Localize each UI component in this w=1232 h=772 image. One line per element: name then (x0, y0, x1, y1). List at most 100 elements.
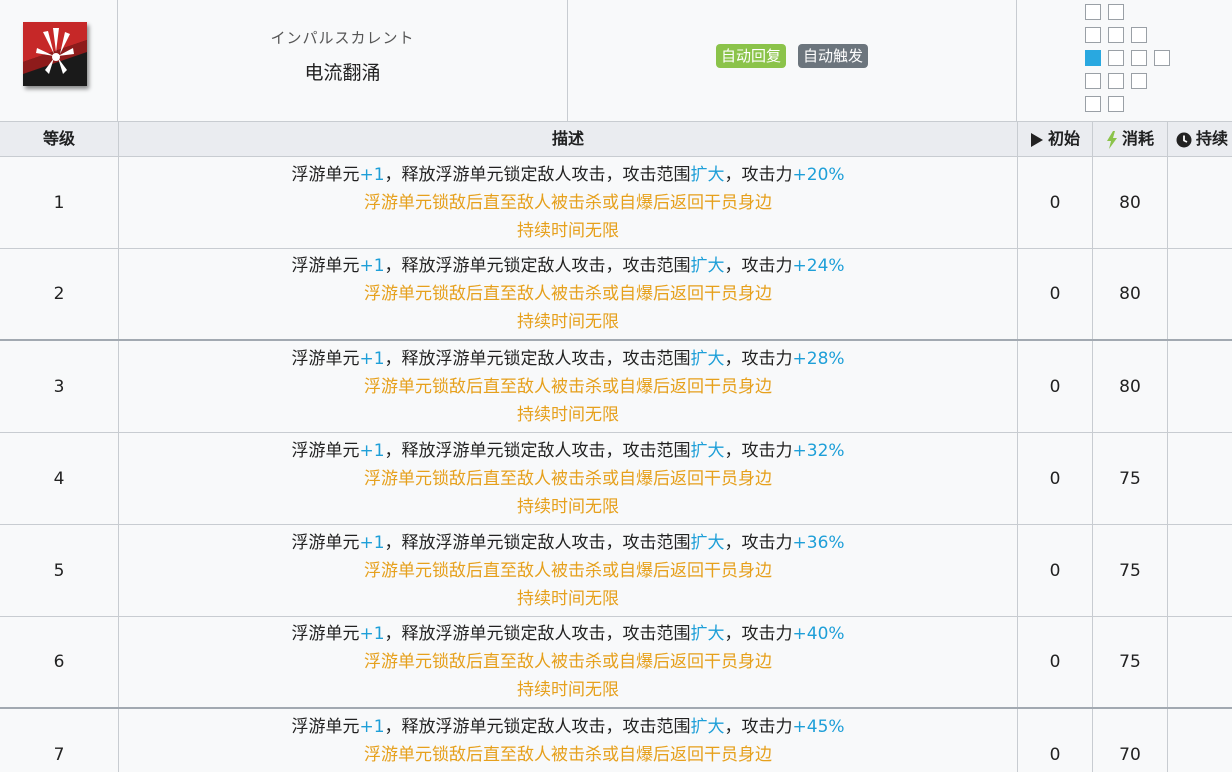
table-row: 1 浮游单元+1，释放浮游单元锁定敌人攻击，攻击范围扩大，攻击力+20% 浮游单… (0, 157, 1232, 249)
table-row: 4 浮游单元+1，释放浮游单元锁定敌人攻击，攻击范围扩大，攻击力+32% 浮游单… (0, 433, 1232, 525)
header-initial-label: 初始 (1047, 129, 1080, 148)
description-cell: 浮游单元+1，释放浮游单元锁定敌人攻击，攻击范围扩大，攻击力+28% 浮游单元锁… (118, 341, 1017, 432)
desc-line-3: 持续时间无限 (517, 496, 619, 517)
desc-line-2: 浮游单元锁敌后直至敌人被击杀或自爆后返回干员身边 (364, 284, 772, 304)
desc-line-1: 浮游单元+1，释放浮游单元锁定敌人攻击，攻击范围扩大，攻击力+28% (291, 348, 845, 369)
table-row: 2 浮游单元+1，释放浮游单元锁定敌人攻击，攻击范围扩大，攻击力+24% 浮游单… (0, 249, 1232, 341)
range-tile (1108, 4, 1124, 20)
description-cell: 浮游单元+1，释放浮游单元锁定敌人攻击，攻击范围扩大，攻击力+45% 浮游单元锁… (118, 709, 1017, 772)
initial-sp-cell: 0 (1017, 341, 1092, 432)
skill-icon (23, 22, 87, 86)
table-row: 6 浮游单元+1，释放浮游单元锁定敌人攻击，攻击范围扩大，攻击力+40% 浮游单… (0, 617, 1232, 709)
header-cost-label: 消耗 (1121, 129, 1154, 148)
description-cell: 浮游单元+1，释放浮游单元锁定敌人攻击，攻击范围扩大，攻击力+20% 浮游单元锁… (118, 157, 1017, 248)
sp-cost-cell: 70 (1092, 709, 1167, 772)
skill-name-cn: 电流翻涌 (304, 62, 381, 84)
duration-cell (1167, 709, 1232, 772)
initial-sp-cell: 0 (1017, 249, 1092, 339)
level-cell: 6 (53, 652, 65, 672)
range-tile (1154, 50, 1170, 66)
tag-auto-recovery: 自动回复 (715, 44, 786, 68)
duration-cell (1167, 433, 1232, 524)
description-cell: 浮游单元+1，释放浮游单元锁定敌人攻击，攻击范围扩大，攻击力+32% 浮游单元锁… (118, 433, 1017, 524)
desc-line-2: 浮游单元锁敌后直至敌人被击杀或自爆后返回干员身边 (364, 560, 772, 581)
table-row: 5 浮游单元+1，释放浮游单元锁定敌人攻击，攻击范围扩大，攻击力+36% 浮游单… (0, 525, 1232, 617)
range-tile (1131, 50, 1147, 66)
desc-line-1: 浮游单元+1，释放浮游单元锁定敌人攻击，攻击范围扩大，攻击力+32% (291, 440, 845, 461)
play-icon (1030, 132, 1043, 147)
desc-line-3: 持续时间无限 (517, 404, 619, 425)
duration-cell (1167, 249, 1232, 339)
range-tile-self (1085, 50, 1101, 66)
desc-line-1: 浮游单元+1，释放浮游单元锁定敌人攻击，攻击范围扩大，攻击力+40% (291, 624, 845, 644)
level-cell: 1 (53, 192, 65, 213)
range-tile (1085, 27, 1101, 43)
range-tile (1085, 4, 1101, 20)
sp-cost-cell: 80 (1092, 157, 1167, 248)
duration-cell (1167, 617, 1232, 707)
tag-auto-trigger: 自动触发 (798, 44, 869, 68)
sp-cost-cell: 80 (1092, 249, 1167, 339)
range-tile (1108, 50, 1124, 66)
desc-line-1: 浮游单元+1，释放浮游单元锁定敌人攻击，攻击范围扩大，攻击力+24% (291, 256, 845, 276)
duration-cell (1167, 157, 1232, 248)
duration-cell (1167, 341, 1232, 432)
initial-sp-cell: 0 (1017, 617, 1092, 707)
range-tile (1108, 96, 1124, 112)
sp-cost-cell: 75 (1092, 525, 1167, 616)
range-tile (1108, 27, 1124, 43)
range-tile (1085, 96, 1101, 112)
header-description: 描述 (118, 122, 1017, 156)
desc-line-3: 持续时间无限 (517, 220, 619, 241)
desc-line-1: 浮游单元+1，释放浮游单元锁定敌人攻击，攻击范围扩大，攻击力+36% (291, 532, 845, 553)
desc-line-2: 浮游单元锁敌后直至敌人被击杀或自爆后返回干员身边 (364, 652, 772, 672)
level-table-body: 1 浮游单元+1，释放浮游单元锁定敌人攻击，攻击范围扩大，攻击力+20% 浮游单… (0, 157, 1232, 772)
header-level: 等级 (42, 129, 75, 148)
attack-range-cell (1017, 0, 1232, 121)
duration-cell (1167, 525, 1232, 616)
sp-cost-cell: 75 (1092, 617, 1167, 707)
level-cell: 7 (53, 744, 65, 765)
skill-page: インパルスカレント 电流翻涌 自动回复 自动触发 等级 描述 初始 消耗 持续 … (0, 0, 1232, 772)
range-tile (1131, 73, 1147, 89)
desc-line-1: 浮游单元+1，释放浮游单元锁定敌人攻击，攻击范围扩大，攻击力+20% (291, 164, 845, 185)
attack-range-grid (1017, 0, 1232, 121)
range-tile (1108, 73, 1124, 89)
range-tile (1131, 27, 1147, 43)
desc-line-2: 浮游单元锁敌后直至敌人被击杀或自爆后返回干员身边 (364, 744, 772, 765)
level-cell: 4 (53, 468, 65, 489)
range-tile (1085, 73, 1101, 89)
skill-icon-cell (0, 0, 118, 121)
initial-sp-cell: 0 (1017, 709, 1092, 772)
description-cell: 浮游单元+1，释放浮游单元锁定敌人攻击，攻击范围扩大，攻击力+40% 浮游单元锁… (118, 617, 1017, 707)
lightning-icon (1106, 130, 1117, 149)
level-cell: 3 (53, 376, 65, 397)
description-cell: 浮游单元+1，释放浮游单元锁定敌人攻击，攻击范围扩大，攻击力+24% 浮游单元锁… (118, 249, 1017, 339)
desc-line-3: 持续时间无限 (517, 680, 619, 700)
desc-line-2: 浮游单元锁敌后直至敌人被击杀或自爆后返回干员身边 (364, 468, 772, 489)
header-cost: 消耗 (1092, 122, 1167, 156)
header-duration-label: 持续 (1196, 129, 1229, 148)
desc-line-3: 持续时间无限 (517, 588, 619, 609)
desc-line-3: 持续时间无限 (517, 769, 619, 772)
table-row: 3 浮游单元+1，释放浮游单元锁定敌人攻击，攻击范围扩大，攻击力+28% 浮游单… (0, 341, 1232, 433)
initial-sp-cell: 0 (1017, 157, 1092, 248)
desc-line-3: 持续时间无限 (517, 312, 619, 332)
table-header: 等级 描述 初始 消耗 持续 (0, 121, 1232, 157)
header-duration: 持续 (1167, 122, 1232, 156)
table-row: 7 浮游单元+1，释放浮游单元锁定敌人攻击，攻击范围扩大，攻击力+45% 浮游单… (0, 709, 1232, 772)
desc-line-2: 浮游单元锁敌后直至敌人被击杀或自爆后返回干员身边 (364, 376, 772, 397)
desc-line-1: 浮游单元+1，释放浮游单元锁定敌人攻击，攻击范围扩大，攻击力+45% (291, 716, 845, 737)
skill-tags-cell: 自动回复 自动触发 (568, 0, 1017, 121)
skill-header: インパルスカレント 电流翻涌 自动回复 自动触发 (0, 0, 1232, 121)
clock-icon (1176, 132, 1192, 147)
sp-cost-cell: 75 (1092, 433, 1167, 524)
initial-sp-cell: 0 (1017, 433, 1092, 524)
skill-name-jp: インパルスカレント (270, 29, 415, 47)
initial-sp-cell: 0 (1017, 525, 1092, 616)
skill-name-cell: インパルスカレント 电流翻涌 (118, 0, 568, 121)
level-cell: 5 (53, 560, 65, 581)
level-cell: 2 (53, 284, 65, 304)
header-initial: 初始 (1017, 122, 1092, 156)
description-cell: 浮游单元+1，释放浮游单元锁定敌人攻击，攻击范围扩大，攻击力+36% 浮游单元锁… (118, 525, 1017, 616)
